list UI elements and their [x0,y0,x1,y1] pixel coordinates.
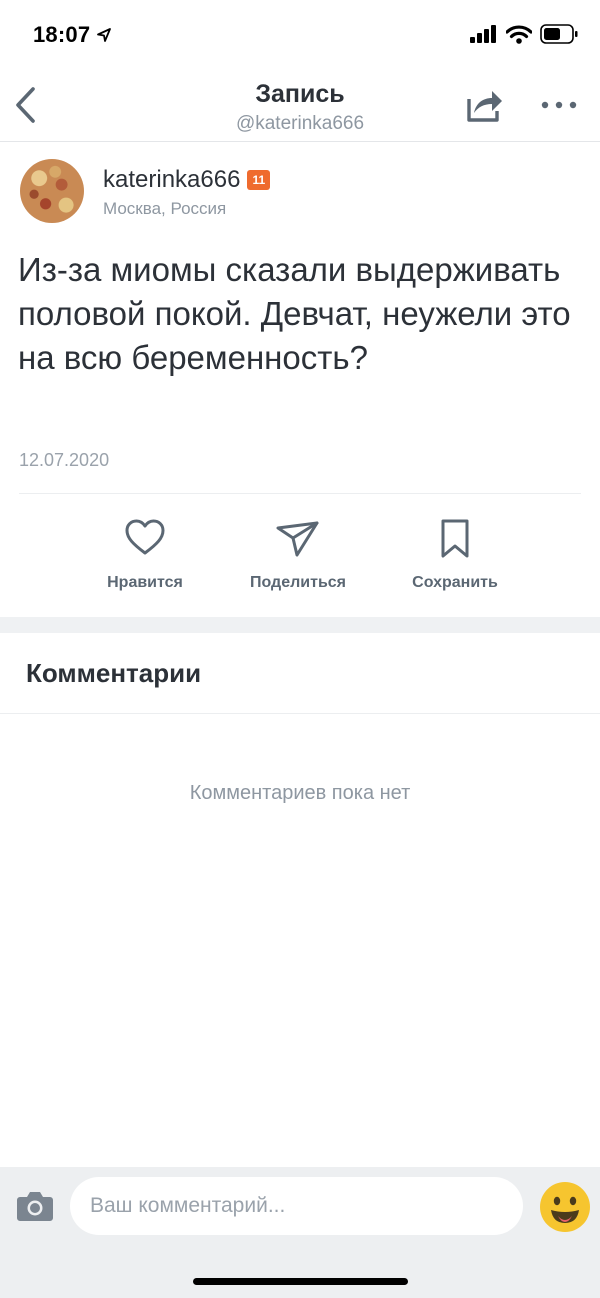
share-button[interactable] [464,84,506,126]
camera-icon [17,1192,53,1221]
section-separator [0,617,600,633]
home-indicator [193,1278,408,1285]
location-arrow-icon [97,28,112,42]
status-bar: 18:07 [0,0,600,70]
battery-icon [540,24,578,44]
camera-button[interactable] [14,1188,56,1224]
like-label: Нравится [107,574,183,591]
more-dots-icon [541,101,577,109]
level-badge: 11 [247,170,271,190]
save-label: Сохранить [412,574,498,591]
send-icon [276,521,319,557]
divider [19,493,581,494]
emoji-button[interactable] [539,1181,591,1233]
navbar: Запись @katerinka666 [0,70,600,142]
divider [0,713,600,714]
avatar[interactable] [20,159,84,223]
like-button[interactable]: Нравится [70,516,220,592]
status-time: 18:07 [33,22,112,48]
share-post-button[interactable]: Поделиться [223,516,373,592]
comment-input[interactable] [70,1177,523,1235]
empty-comments-text: Комментариев пока нет [189,782,411,804]
status-indicators [470,24,578,44]
smiley-emoji-icon [540,1182,590,1232]
post-actions: Нравится Поделиться Сохранить [0,516,600,606]
author-username[interactable]: katerinka666 [103,166,240,194]
author-location: Москва, Россия [103,199,227,218]
post-date: 12.07.2020 [19,450,110,470]
save-button[interactable]: Сохранить [380,516,530,592]
status-time-text: 18:07 [33,22,91,47]
bookmark-icon [441,519,469,558]
post-text: Из-за миомы сказали выдерживать половой … [18,251,571,376]
wifi-icon [506,24,532,44]
more-button[interactable] [538,90,580,120]
page-title: Запись [255,80,345,108]
author-row: katerinka666 11 [103,166,271,194]
heart-icon [125,519,165,555]
page-subtitle: @katerinka666 [235,113,365,134]
share-icon [467,91,502,122]
share-label: Поделиться [249,574,347,591]
comments-title: Комментарии [26,658,202,688]
cellular-signal-icon [470,25,496,43]
